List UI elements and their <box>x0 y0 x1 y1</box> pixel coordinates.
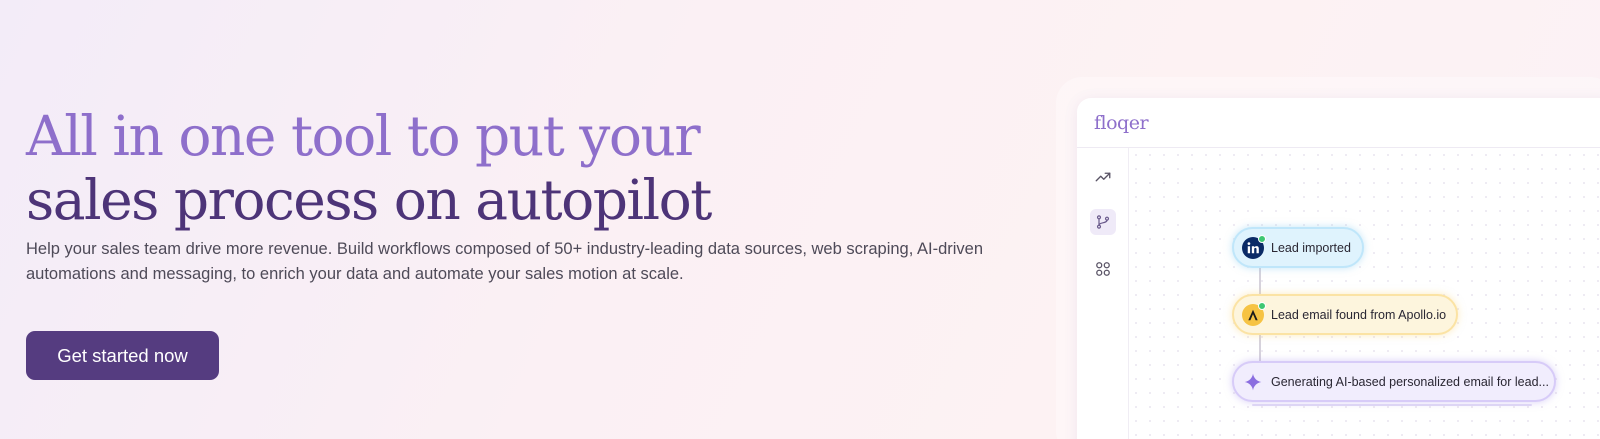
node-label: Lead email found from Apollo.io <box>1271 307 1447 322</box>
status-dot <box>1258 234 1266 243</box>
mockup-header: floqer <box>1077 98 1600 148</box>
git-branch-icon[interactable] <box>1090 209 1116 235</box>
mockup-sidebar <box>1077 148 1129 439</box>
generation-progress-bar <box>1252 404 1532 406</box>
status-dot <box>1258 301 1266 310</box>
apps-grid-icon[interactable] <box>1090 256 1116 282</box>
node-label: Lead imported <box>1271 240 1351 255</box>
sparkle-icon <box>1242 371 1264 393</box>
workflow-node-generating-email[interactable]: Generating AI-based personalized email f… <box>1232 361 1556 402</box>
linkedin-icon <box>1242 234 1266 259</box>
node-label: Generating AI-based personalized email f… <box>1271 374 1549 389</box>
hero-headline: All in one tool to put your sales proces… <box>26 104 1026 232</box>
headline-line-2: sales process on autopilot <box>26 168 712 232</box>
app-mockup: floqer Lead imported Lead email found fr… <box>1077 98 1600 439</box>
floqer-logo: floqer <box>1094 111 1149 134</box>
workflow-node-lead-imported[interactable]: Lead imported <box>1232 227 1364 268</box>
headline-line-1: All in one tool to put your <box>26 104 701 168</box>
workflow-canvas: Lead imported Lead email found from Apol… <box>1129 148 1600 439</box>
trend-up-icon[interactable] <box>1090 164 1116 190</box>
apollo-icon <box>1242 301 1266 326</box>
hero-subtext: Help your sales team drive more revenue.… <box>26 240 984 283</box>
hero-section: All in one tool to put your sales proces… <box>26 104 1026 287</box>
get-started-button[interactable]: Get started now <box>26 331 219 380</box>
workflow-node-email-found[interactable]: Lead email found from Apollo.io <box>1232 294 1458 335</box>
